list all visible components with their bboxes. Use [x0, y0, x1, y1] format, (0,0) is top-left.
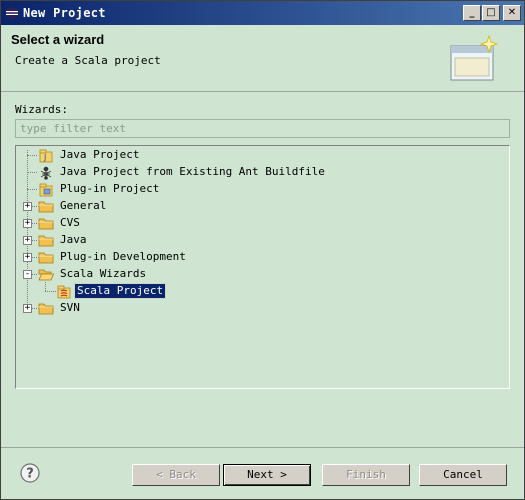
plugin-project-icon [39, 183, 53, 197]
eclipse-icon [6, 7, 18, 19]
wizard-header: Select a wizard Create a Scala project [1, 25, 524, 92]
folder-icon [38, 303, 54, 315]
expand-toggle[interactable]: + [23, 253, 32, 262]
tree-item-scala-wizards[interactable]: - Scala Wizards [16, 266, 496, 283]
filter-input[interactable] [15, 119, 510, 138]
new-wizard-banner-icon [450, 34, 499, 81]
tree-item-label: Java [60, 233, 87, 246]
finish-button[interactable]: Finish [322, 464, 410, 486]
svg-text:?: ? [26, 467, 34, 482]
folder-icon [38, 201, 54, 213]
tree-item-label: CVS [60, 216, 80, 229]
ant-icon [40, 166, 52, 180]
page-title: Select a wizard [11, 32, 105, 47]
tree-item-label: Java Project from Existing Ant Buildfile [60, 165, 325, 178]
next-button[interactable]: Next > [223, 464, 311, 486]
button-bar-separator [1, 447, 524, 448]
help-icon[interactable]: ? [20, 463, 40, 483]
back-button[interactable]: < Back [132, 464, 220, 486]
maximize-button[interactable]: □ [482, 5, 500, 21]
window-title: New Project [23, 6, 106, 20]
tree-item-java-project[interactable]: J Java Project [16, 147, 496, 164]
folder-icon [38, 218, 54, 230]
tree-item-label: Scala Project [73, 283, 167, 299]
tree-item-label: General [60, 199, 107, 212]
tree-item-svn[interactable]: + SVN [16, 300, 496, 317]
java-project-icon: J [39, 149, 53, 163]
new-project-dialog: New Project _ □ ✕ Select a wizard Create… [0, 0, 525, 500]
expand-toggle[interactable]: + [23, 219, 32, 228]
tree-item-general[interactable]: + General [16, 198, 496, 215]
expand-toggle[interactable]: + [23, 202, 32, 211]
folder-open-icon [38, 269, 54, 281]
collapse-toggle[interactable]: - [23, 270, 32, 279]
svg-text:J: J [43, 153, 46, 162]
tree-item-label: Plug-in Development [60, 250, 186, 263]
tree-item-plugin-project[interactable]: Plug-in Project [16, 181, 496, 198]
tree-item-plugin-development[interactable]: + Plug-in Development [16, 249, 496, 266]
page-description: Create a Scala project [15, 54, 161, 67]
tree-item-cvs[interactable]: + CVS [16, 215, 496, 232]
tree-item-java[interactable]: + Java [16, 232, 496, 249]
tree-item-label: Scala Wizards [60, 267, 147, 280]
minimize-button[interactable]: _ [463, 5, 481, 21]
folder-icon [38, 252, 54, 264]
tree-item-java-project-from-ant[interactable]: Java Project from Existing Ant Buildfile [16, 164, 496, 181]
tree-item-label: Plug-in Project [60, 182, 160, 195]
title-bar[interactable]: New Project _ □ ✕ [1, 1, 524, 25]
scala-project-icon [57, 285, 71, 299]
wizards-label: Wizards: [15, 103, 68, 116]
tree-item-scala-project[interactable]: Scala Project [16, 283, 496, 300]
expand-toggle[interactable]: + [23, 304, 32, 313]
tree-item-label: Java Project [60, 148, 140, 161]
cancel-button[interactable]: Cancel [419, 464, 507, 486]
wizard-tree[interactable]: J Java Project Java Project from Existin… [15, 145, 510, 389]
tree-item-label: SVN [60, 301, 80, 314]
close-button[interactable]: ✕ [503, 5, 521, 21]
expand-toggle[interactable]: + [23, 236, 32, 245]
folder-icon [38, 235, 54, 247]
